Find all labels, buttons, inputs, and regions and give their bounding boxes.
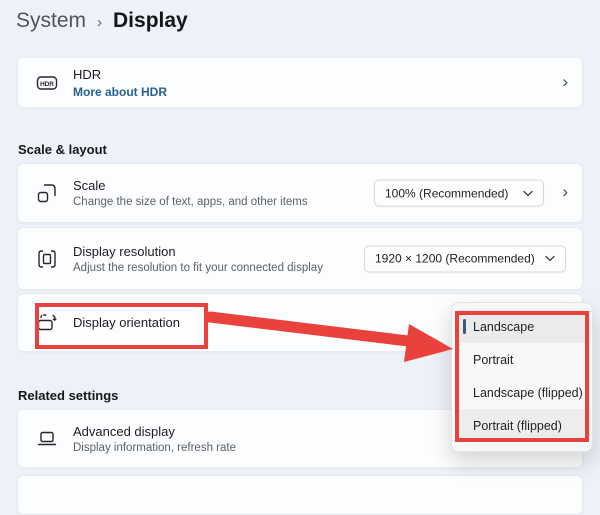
resolution-select-value: 1920 × 1200 (Recommended) bbox=[375, 252, 535, 266]
scale-card[interactable]: Scale Change the size of text, apps, and… bbox=[17, 163, 583, 223]
scale-subtitle: Change the size of text, apps, and other… bbox=[73, 196, 308, 208]
advanced-subtitle: Display information, refresh rate bbox=[73, 442, 236, 454]
scale-title: Scale bbox=[73, 178, 308, 193]
orientation-icon bbox=[36, 312, 58, 334]
section-related-settings: Related settings bbox=[18, 388, 118, 403]
orientation-option-landscape[interactable]: Landscape bbox=[457, 310, 587, 343]
advanced-title: Advanced display bbox=[73, 424, 236, 439]
scale-select[interactable]: 100% (Recommended) bbox=[374, 180, 544, 207]
chevron-down-icon bbox=[545, 256, 555, 262]
hdr-title: HDR bbox=[73, 67, 167, 82]
svg-text:HDR: HDR bbox=[40, 80, 54, 87]
chevron-right-icon: › bbox=[562, 183, 568, 200]
section-scale-layout: Scale & layout bbox=[18, 142, 107, 157]
hdr-card[interactable]: HDR HDR More about HDR › bbox=[17, 57, 583, 108]
resolution-icon bbox=[36, 248, 58, 270]
orientation-option-landscape-flipped[interactable]: Landscape (flipped) bbox=[457, 376, 587, 409]
laptop-icon bbox=[36, 428, 58, 450]
selected-accent-bar bbox=[463, 319, 466, 334]
breadcrumb-system[interactable]: System bbox=[16, 9, 86, 33]
orientation-option-portrait[interactable]: Portrait bbox=[457, 343, 587, 376]
chevron-right-icon: › bbox=[562, 73, 568, 90]
orientation-option-portrait-flipped[interactable]: Portrait (flipped) bbox=[457, 409, 587, 442]
breadcrumb-separator-icon: › bbox=[86, 12, 113, 31]
chevron-down-icon bbox=[523, 190, 533, 196]
orientation-dropdown-flyout: Landscape Portrait Landscape (flipped) P… bbox=[451, 302, 593, 452]
orientation-title: Display orientation bbox=[73, 315, 180, 330]
partial-card[interactable] bbox=[17, 475, 583, 515]
hdr-icon: HDR bbox=[36, 72, 58, 94]
scale-select-value: 100% (Recommended) bbox=[385, 186, 508, 200]
resolution-subtitle: Adjust the resolution to fit your connec… bbox=[73, 262, 323, 274]
resolution-select[interactable]: 1920 × 1200 (Recommended) bbox=[364, 245, 566, 272]
resolution-title: Display resolution bbox=[73, 244, 323, 259]
scale-icon bbox=[36, 182, 58, 204]
breadcrumb: System › Display bbox=[16, 9, 188, 33]
hdr-more-link[interactable]: More about HDR bbox=[73, 85, 167, 99]
display-resolution-card[interactable]: Display resolution Adjust the resolution… bbox=[17, 227, 583, 290]
page-title: Display bbox=[113, 9, 188, 33]
